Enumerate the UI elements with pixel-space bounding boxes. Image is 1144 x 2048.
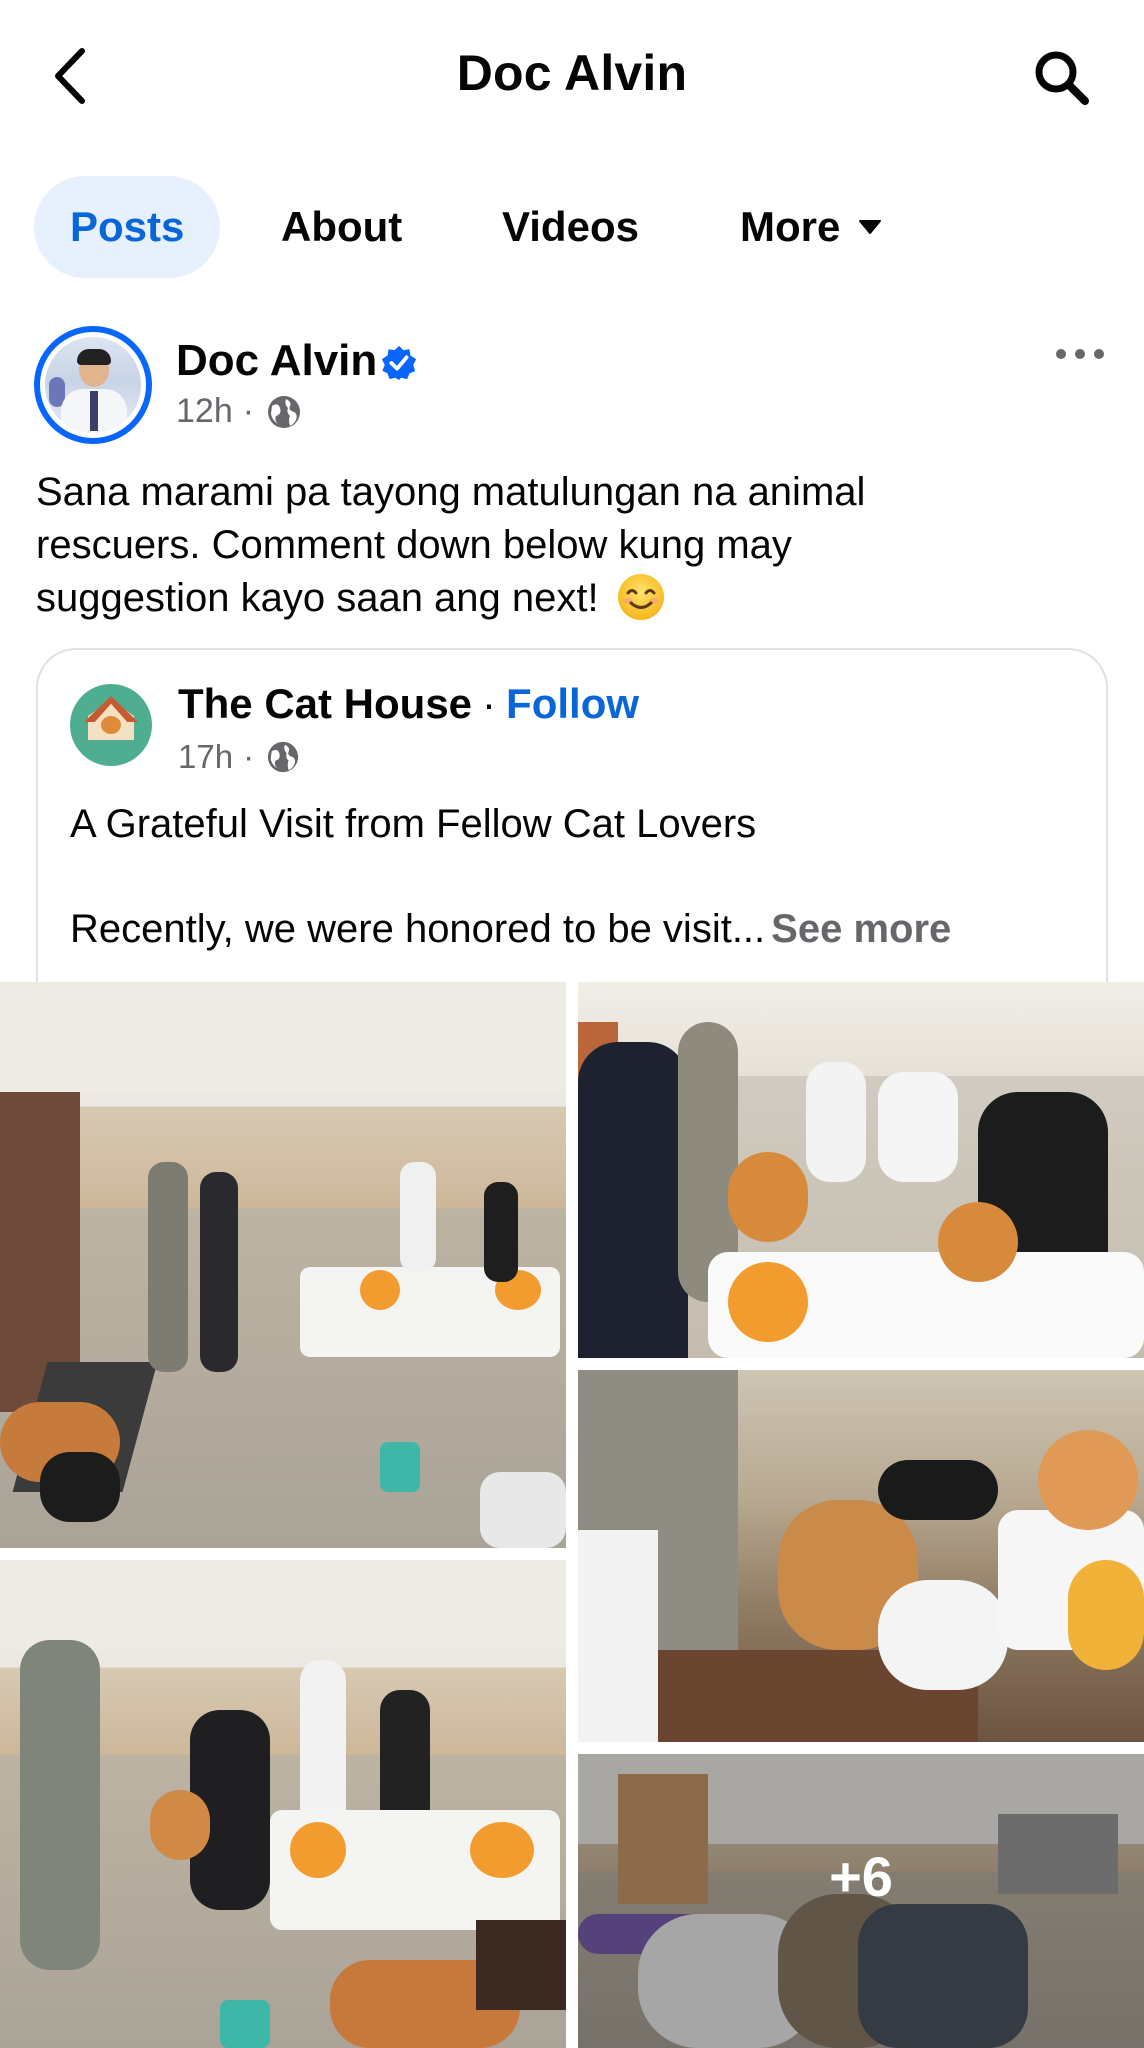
- post-photo[interactable]: [578, 1370, 1144, 1742]
- tab-about-label: About: [281, 203, 403, 250]
- meta-separator: ·: [243, 738, 255, 775]
- post-text-line: rescuers. Comment down below kung may: [36, 523, 792, 567]
- globe-icon: [266, 740, 300, 774]
- search-button[interactable]: [1026, 42, 1096, 112]
- shared-post-meta: 17h ·: [178, 738, 300, 776]
- post-text: Sana marami pa tayong matulungan na anim…: [36, 466, 1116, 625]
- tab-videos[interactable]: Videos: [502, 176, 639, 278]
- avatar[interactable]: [34, 326, 152, 444]
- more-photos-count: +6: [829, 1845, 893, 1908]
- globe-icon: [266, 394, 302, 430]
- search-icon: [1035, 51, 1089, 105]
- more-options-icon: [1056, 349, 1104, 359]
- see-more-link[interactable]: See more: [771, 907, 951, 951]
- post-text-line: Sana marami pa tayong matulungan na anim…: [36, 470, 866, 514]
- shared-page-avatar[interactable]: [70, 684, 152, 766]
- shared-post-time[interactable]: 17h: [178, 738, 233, 776]
- page-title: Doc Alvin: [456, 45, 688, 101]
- avatar-photo: [45, 337, 141, 433]
- verified-badge-icon: [381, 345, 417, 381]
- meta-separator: ·: [242, 392, 255, 430]
- post-photo[interactable]: [578, 982, 1144, 1358]
- shared-post-excerpt: Recently, we were honored to be visit...: [70, 907, 766, 951]
- post-text-line-last: suggestion kayo saan ang next!: [36, 572, 1116, 625]
- name-separator: ·: [482, 680, 497, 727]
- post-text-line: suggestion kayo saan ang next!: [36, 576, 599, 620]
- post-time[interactable]: 12h: [176, 392, 233, 431]
- caret-down-icon: [858, 219, 882, 235]
- post-photo[interactable]: [0, 982, 566, 1548]
- smiling-face-emoji: [617, 574, 664, 621]
- tab-more[interactable]: More: [740, 176, 882, 278]
- shared-post-title: A Grateful Visit from Fellow Cat Lovers: [70, 802, 757, 846]
- tab-more-label: More: [740, 203, 841, 250]
- post-header: Doc Alvin 12h ·: [0, 320, 1144, 450]
- shared-post-body: Recently, we were honored to be visit...…: [70, 907, 951, 952]
- logo-script: [78, 744, 144, 756]
- post-photo[interactable]: [0, 1560, 566, 2048]
- shared-page-name[interactable]: The Cat House: [178, 680, 472, 727]
- post-author-name[interactable]: Doc Alvin: [176, 336, 377, 386]
- shared-post-card[interactable]: The Cat House · Follow 17h · A Grateful Vi…: [36, 648, 1108, 988]
- profile-tabs: Posts About Videos More: [0, 172, 1144, 282]
- more-options-button[interactable]: [1052, 334, 1108, 374]
- tab-about[interactable]: About: [281, 176, 402, 278]
- tab-posts[interactable]: Posts: [34, 176, 221, 278]
- tab-posts-label: Posts: [70, 203, 185, 250]
- top-bar: Doc Alvin: [0, 0, 1144, 150]
- follow-button[interactable]: Follow: [506, 680, 639, 727]
- shared-page-header: The Cat House · Follow: [178, 680, 639, 728]
- post-meta: 12h ·: [176, 392, 302, 431]
- post-photo-more[interactable]: +6: [578, 1754, 1144, 2048]
- tab-videos-label: Videos: [502, 203, 639, 250]
